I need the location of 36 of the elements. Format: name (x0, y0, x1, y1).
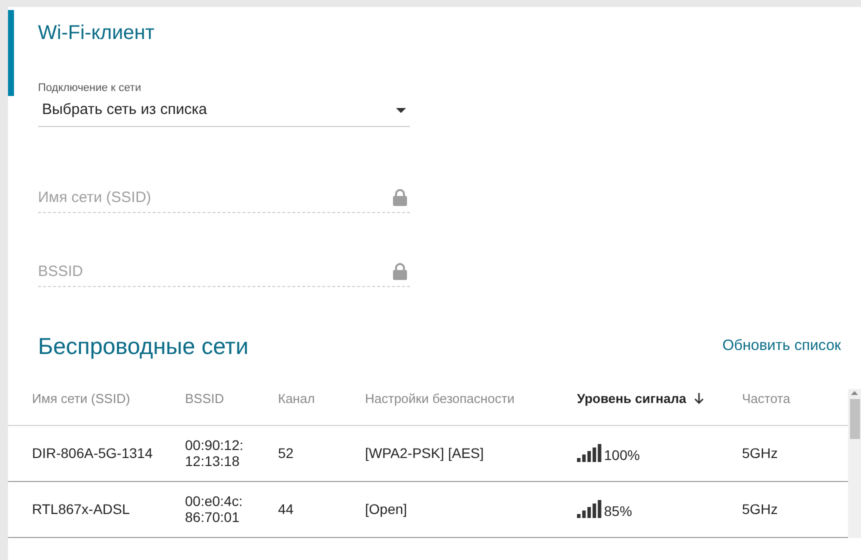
network-select[interactable]: Выбрать сеть из списка (38, 95, 410, 127)
column-header[interactable]: Канал (278, 388, 315, 408)
table-cell-text: 00:90:12: (185, 437, 244, 453)
column-header[interactable]: Настройки безопасности (365, 388, 515, 408)
table-cell: 100% (604, 448, 640, 462)
column-header[interactable]: Уровень сигнала (577, 388, 686, 408)
table-cell: RTL867x-ADSL (32, 500, 130, 516)
table-cell: DIR-806A-5G-1314 (32, 444, 153, 460)
signal-icon (577, 444, 603, 462)
scroll-up-icon (851, 390, 858, 394)
refresh-link[interactable]: Обновить список (722, 335, 841, 358)
lock-icon (393, 263, 407, 280)
table-cell: 52 (278, 444, 294, 460)
table-row[interactable]: RTL867x-ADSL 00:e0:4c: 86:70:01 44 [Open] 85% 5GHz (8, 482, 848, 538)
column-header[interactable]: Имя сети (SSID) (32, 388, 130, 408)
table-cell: [WPA2-PSK] [AES] (365, 444, 484, 460)
table-cell: 5GHz (742, 444, 778, 460)
table-cell-text: 00:e0:4c: (185, 493, 244, 509)
caret-icon (396, 108, 406, 113)
table-cell: 85% (604, 504, 632, 518)
table-cell-text: 86:70:01 (185, 509, 240, 525)
table-cell: [Open] (365, 500, 408, 516)
scrollbar-thumb[interactable] (850, 398, 860, 438)
lock-icon (393, 189, 407, 206)
table-cell: 44 (278, 500, 294, 516)
table-row[interactable]: DIR-806A-5G-1314 00:90:12: 12:13:18 52 [WPA2-PSK] [AES] 100% 5GHz (8, 426, 848, 482)
column-header[interactable]: Частота (742, 388, 790, 408)
table-cell: 5GHz (742, 500, 778, 516)
signal-icon (577, 500, 603, 518)
section-title: Wi-Fi-клиент (38, 21, 156, 45)
sort-arrow-icon (694, 392, 704, 404)
section-title: Беспроводные сети (38, 332, 248, 361)
column-header[interactable]: BSSID (185, 388, 224, 408)
scrollbar[interactable] (848, 388, 861, 538)
field-label: Подключение к сети (38, 81, 142, 95)
table-cell-text: 12:13:18 (185, 453, 240, 469)
